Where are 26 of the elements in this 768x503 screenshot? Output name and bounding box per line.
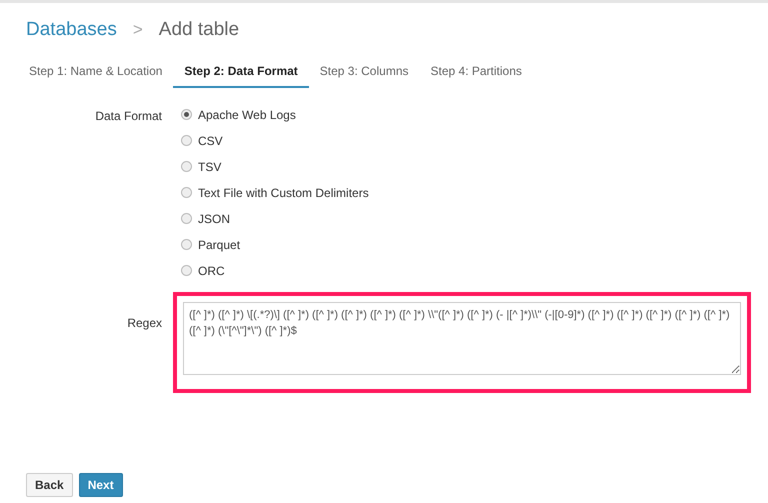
radio-label: TSV: [198, 158, 222, 176]
radio-button[interactable]: [181, 239, 192, 250]
breadcrumb-link[interactable]: Databases: [26, 16, 117, 44]
radio-button[interactable]: [181, 213, 192, 224]
step-tab[interactable]: Step 1: Name & Location: [18, 62, 174, 88]
breadcrumb-separator: >: [132, 19, 143, 41]
page-title: Add table: [158, 18, 240, 42]
back-button[interactable]: Back: [26, 472, 73, 496]
radio-button[interactable]: [181, 187, 192, 198]
radio-button[interactable]: [181, 109, 192, 120]
step-tab[interactable]: Step 3: Columns: [308, 62, 420, 88]
field-label: Data Format: [94, 108, 162, 124]
radio-label: JSON: [198, 210, 230, 228]
radio-button[interactable]: [181, 135, 192, 146]
radio-label: Text File with Custom Delimiters: [198, 184, 369, 202]
radio-label: Parquet: [198, 236, 240, 254]
field-label: Regex: [126, 314, 162, 332]
radio-label: CSV: [198, 132, 223, 150]
next-button[interactable]: Next: [78, 472, 123, 496]
radio-label: Apache Web Logs: [198, 106, 296, 124]
radio-button[interactable]: [181, 265, 192, 276]
step-tab[interactable]: Step 4: Partitions: [420, 62, 533, 88]
step-tab[interactable]: Step 2: Data Format: [173, 62, 309, 88]
radio-button[interactable]: [181, 161, 192, 172]
regex-field[interactable]: ([^ ]*) ([^ ]*) \[(.*?)\] ([^ ]*) ([^ ]*) ([^ ]*) ([^ ]*) ([^ ]*) \\"([^ ]*) ([^ ]*) (- |[^ ]*)\\" (-|[0-9]*) ([^ ]*) ([^ ]*) ([^ ]*) ([^ ]*) ([^ ]*) ([^ ]*) (\"[^\"]*\") ([^ ]*)$: [183, 302, 741, 374]
radio-label: ORC: [198, 262, 225, 280]
